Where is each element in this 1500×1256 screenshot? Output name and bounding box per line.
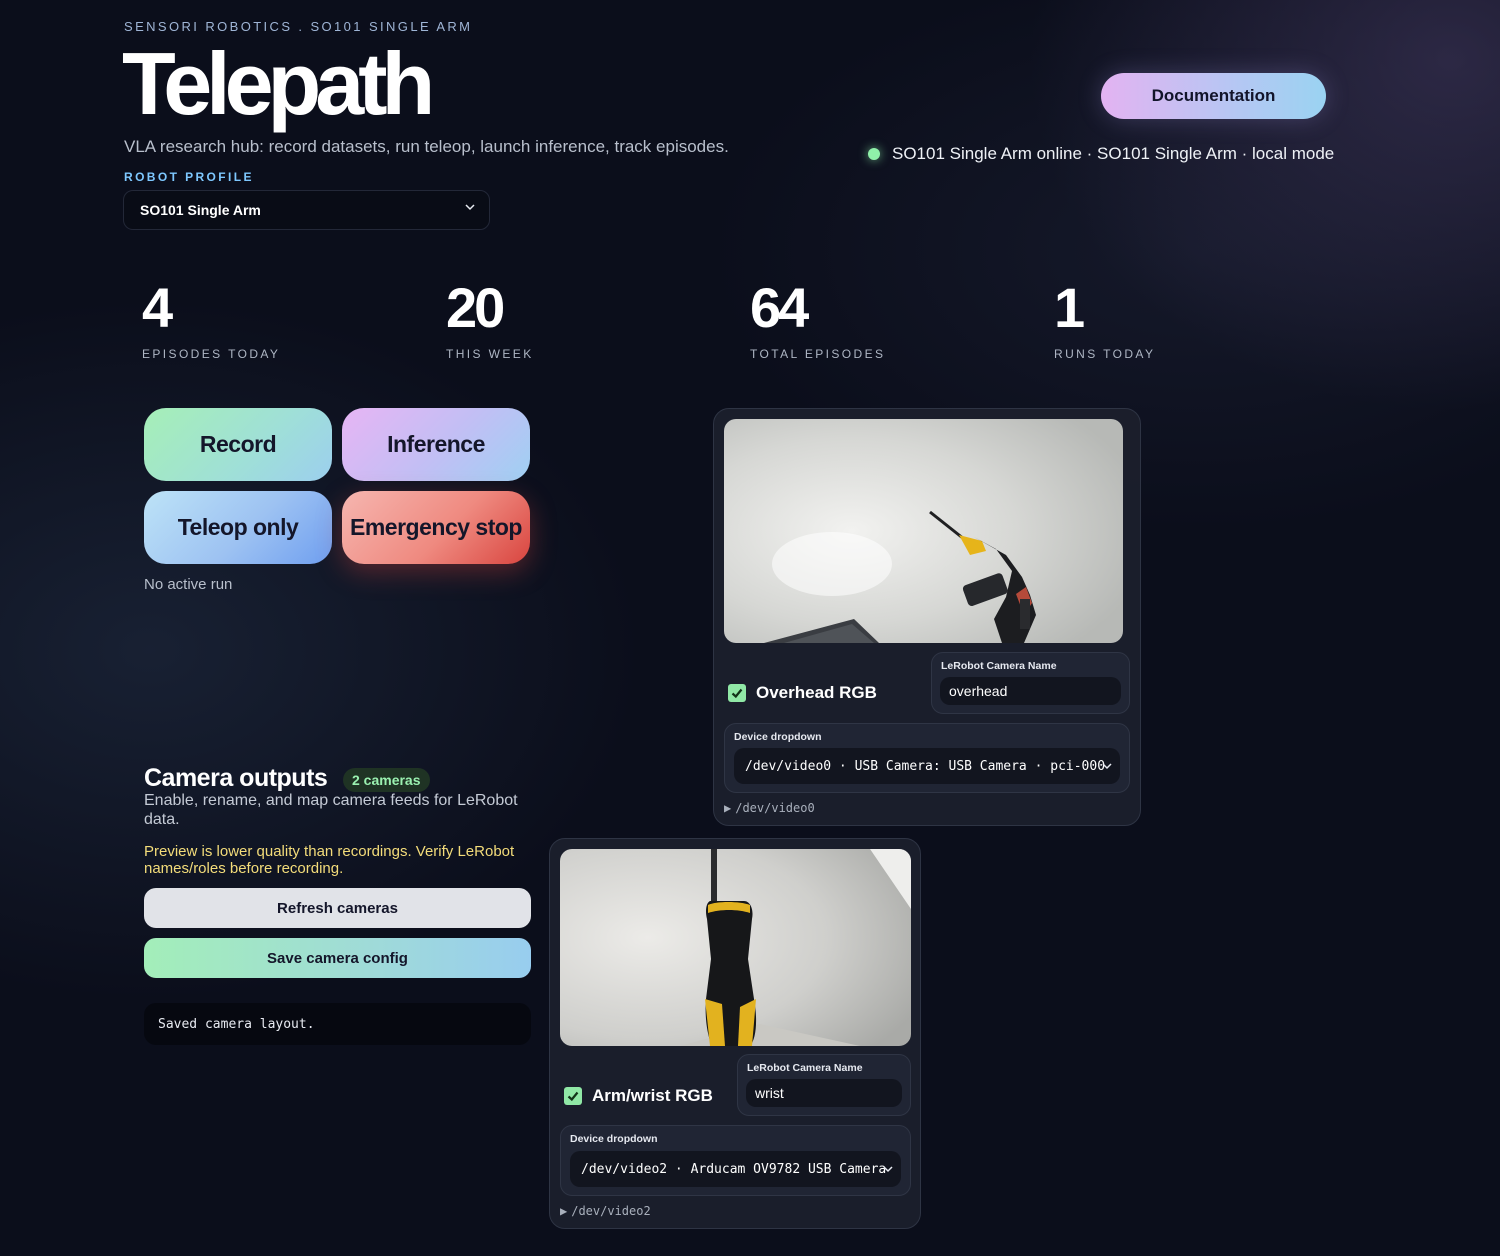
stat-total-episodes: 64 TOTAL EPISODES xyxy=(750,276,886,362)
device-dropdown-label: Device dropdown xyxy=(570,1133,658,1145)
record-button[interactable]: Record xyxy=(144,408,332,481)
stat-value: 1 xyxy=(1054,276,1085,339)
stat-value: 4 xyxy=(142,276,173,339)
device-path: /dev/video0 xyxy=(735,801,815,815)
stat-label: RUNS TODAY xyxy=(1054,347,1156,361)
chevron-down-icon xyxy=(883,1166,893,1173)
run-status: No active run xyxy=(144,576,233,593)
device-select-value: /dev/video0 · USB Camera: USB Camera · p… xyxy=(745,758,1106,774)
camera-enable-wrist[interactable]: Arm/wrist RGB xyxy=(564,1086,713,1106)
robot-profile-select[interactable]: SO101 Single Arm xyxy=(123,190,490,230)
stat-value: 64 xyxy=(750,276,809,339)
camera-name-box-wrist: LeRobot Camera Name wrist xyxy=(737,1054,911,1116)
robot-profile-value: SO101 Single Arm xyxy=(140,202,261,218)
device-path: /dev/video2 xyxy=(571,1204,651,1218)
stat-value: 20 xyxy=(446,276,505,339)
stat-this-week: 20 THIS WEEK xyxy=(446,276,534,362)
status-dot-icon xyxy=(868,148,880,160)
inference-button[interactable]: Inference xyxy=(342,408,530,481)
teleop-button[interactable]: Teleop only xyxy=(144,491,332,564)
page-title: Telepath xyxy=(122,34,435,133)
camera-label-wrist: Arm/wrist RGB xyxy=(592,1086,713,1105)
camera-log-output: Saved camera layout. xyxy=(144,1003,531,1045)
camera-count-badge: 2 cameras xyxy=(343,768,430,792)
camera-label-overhead: Overhead RGB xyxy=(756,683,877,702)
checkbox-checked-icon[interactable] xyxy=(564,1087,582,1105)
camera-outputs-title: Camera outputs xyxy=(144,764,328,792)
documentation-button[interactable]: Documentation xyxy=(1101,73,1326,119)
save-camera-config-button[interactable]: Save camera config xyxy=(144,938,531,978)
camera-name-label: LeRobot Camera Name xyxy=(747,1062,863,1074)
stat-label: TOTAL EPISODES xyxy=(750,347,886,361)
eyebrow: SENSORI ROBOTICS . SO101 SINGLE ARM xyxy=(124,19,473,34)
device-path-toggle-overhead[interactable]: ▶ /dev/video0 xyxy=(724,801,815,815)
stat-episodes-today: 4 EPISODES TODAY xyxy=(142,276,281,362)
camera-card-overhead: Overhead RGB LeRobot Camera Name overhea… xyxy=(713,408,1141,826)
device-box-overhead: Device dropdown /dev/video0 · USB Camera… xyxy=(724,723,1130,793)
emergency-stop-button[interactable]: Emergency stop xyxy=(342,491,530,564)
triangle-right-icon: ▶ xyxy=(560,1204,568,1218)
camera-preview-overhead xyxy=(724,419,1123,643)
chevron-down-icon xyxy=(1102,763,1112,770)
camera-outputs-description: Enable, rename, and map camera feeds for… xyxy=(144,792,518,828)
camera-preview-wrist xyxy=(560,849,911,1046)
device-path-toggle-wrist[interactable]: ▶ /dev/video2 xyxy=(560,1204,651,1218)
page-subtitle: VLA research hub: record datasets, run t… xyxy=(124,137,729,156)
camera-name-label: LeRobot Camera Name xyxy=(941,660,1057,672)
stat-runs-today: 1 RUNS TODAY xyxy=(1054,276,1156,362)
camera-card-wrist: Arm/wrist RGB LeRobot Camera Name wrist … xyxy=(549,838,921,1229)
device-dropdown-label: Device dropdown xyxy=(734,731,822,743)
camera-name-input-overhead[interactable]: overhead xyxy=(940,677,1121,705)
refresh-cameras-button[interactable]: Refresh cameras xyxy=(144,888,531,928)
camera-name-input-wrist[interactable]: wrist xyxy=(746,1079,902,1107)
device-select-overhead[interactable]: /dev/video0 · USB Camera: USB Camera · p… xyxy=(734,748,1120,784)
stat-label: EPISODES TODAY xyxy=(142,347,281,361)
status-text: SO101 Single Arm online · SO101 Single A… xyxy=(892,144,1335,163)
device-select-wrist[interactable]: /dev/video2 · Arducam OV9782 USB Camera xyxy=(570,1151,901,1187)
device-select-value: /dev/video2 · Arducam OV9782 USB Camera xyxy=(581,1161,887,1177)
camera-enable-overhead[interactable]: Overhead RGB xyxy=(728,683,877,703)
robot-profile-label: ROBOT PROFILE xyxy=(124,170,254,184)
camera-name-box-overhead: LeRobot Camera Name overhead xyxy=(931,652,1130,714)
camera-preview-warning: Preview is lower quality than recordings… xyxy=(144,843,515,877)
checkbox-checked-icon[interactable] xyxy=(728,684,746,702)
stat-label: THIS WEEK xyxy=(446,347,534,361)
triangle-right-icon: ▶ xyxy=(724,801,732,815)
device-box-wrist: Device dropdown /dev/video2 · Arducam OV… xyxy=(560,1125,911,1196)
chevron-down-icon xyxy=(465,204,475,211)
robot-status: SO101 Single Arm online · SO101 Single A… xyxy=(868,144,1334,164)
